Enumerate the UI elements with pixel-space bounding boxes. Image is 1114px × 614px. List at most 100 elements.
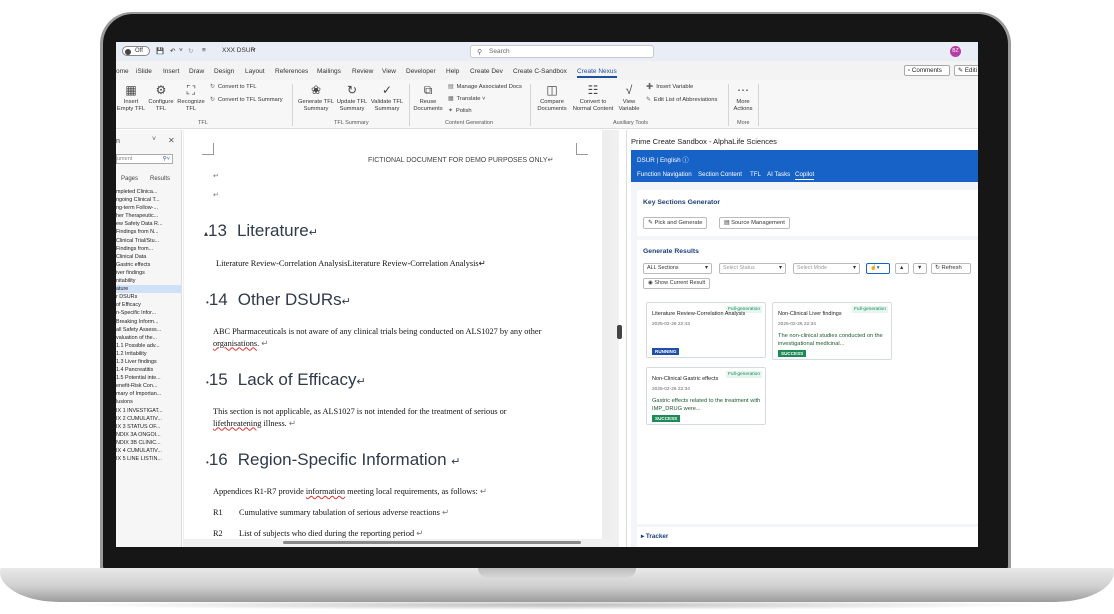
more-actions-button[interactable]: ⋯ More Actions	[730, 84, 756, 113]
nav-heading-item[interactable]: Findings from N...	[116, 228, 182, 236]
undo-dropdown-icon[interactable]: ˅	[179, 47, 183, 54]
appendix-row-r2[interactable]: R2 List of subjects who died during the r…	[213, 528, 423, 538]
section-14-body[interactable]: ABC Pharmaceuticals is not aware of any …	[213, 326, 543, 349]
thumbs-down-button[interactable]: ▼	[913, 263, 927, 274]
nav-heading-item[interactable]: 1.3 Liver findings	[116, 358, 182, 366]
translate-button[interactable]: ▦ Translate ˅	[448, 96, 485, 102]
pick-and-generate-button[interactable]: ✎ Pick and Generate	[643, 217, 708, 229]
mode-filter-select[interactable]: Select Mode ▾	[793, 263, 860, 274]
nav-heading-item[interactable]: Gastric effects	[116, 261, 182, 269]
convert-to-tfl-button[interactable]: ↻ Convert to TFL	[210, 84, 256, 90]
insert-empty-tfl-button[interactable]: ▦ Insert Empty TFL	[116, 84, 146, 113]
recognize-tfl-button[interactable]: ⛶ Recognize TFL	[176, 84, 206, 113]
nav-heading-item[interactable]: 1.1 Possible adv...	[116, 342, 182, 350]
nav-heading-item[interactable]: ature	[116, 285, 182, 294]
tracker-toggle[interactable]: ▸ Tracker	[641, 533, 668, 540]
nav-heading-item[interactable]: ngoing Clinical T...	[116, 196, 182, 204]
close-icon[interactable]: ✕	[168, 136, 175, 145]
nav-options-chevron-icon[interactable]: ˅	[152, 136, 156, 143]
redo-icon[interactable]: ↻	[188, 47, 193, 55]
heading-13[interactable]: ▴13 Literature↵	[204, 221, 318, 241]
nav-heading-item[interactable]: IX 3 STATUS OF...	[116, 423, 182, 431]
nav-heading-item[interactable]: Breaking Inform...	[116, 318, 182, 326]
horizontal-scroll-thumb[interactable]	[283, 541, 581, 544]
nav-heading-item[interactable]: NDIX 3B CLINIC...	[116, 439, 182, 447]
menu-mailings[interactable]: Mailings	[317, 68, 341, 75]
nav-heading-item[interactable]: NDIX 3A ONGOI...	[116, 431, 182, 439]
editing-button[interactable]: ✎ Editi	[954, 65, 978, 76]
tab-tfl[interactable]: TFL	[750, 171, 761, 178]
refresh-button[interactable]: ↻ Refresh	[931, 263, 971, 274]
nav-heading-item[interactable]: mary of Importan...	[116, 390, 182, 398]
view-variable-button[interactable]: √ View Variable	[615, 84, 643, 113]
save-icon[interactable]: 💾	[156, 47, 164, 55]
doc-name-chevron-icon[interactable]: ˅	[252, 47, 256, 54]
nav-heading-item[interactable]: all Safety Assess...	[116, 326, 182, 334]
nav-search-input[interactable]: ument ⚲˅	[116, 154, 173, 164]
undo-icon[interactable]: ↶	[170, 47, 175, 55]
nav-heading-item[interactable]: of Efficacy	[116, 301, 182, 309]
pane-splitter-handle[interactable]	[617, 325, 622, 339]
menu-islide[interactable]: iSlide	[136, 68, 152, 75]
nav-heading-item[interactable]: mpleted Clinica...	[116, 188, 182, 196]
menu-design[interactable]: Design	[214, 68, 234, 75]
tab-function-navigation[interactable]: Function Navigation	[637, 171, 692, 178]
nav-heading-item[interactable]: IX 1 INVESTIGAT...	[116, 407, 182, 415]
reuse-documents-button[interactable]: ⧉ Reuse Documents	[411, 84, 445, 113]
nav-heading-item[interactable]: enefit-Risk Con...	[116, 382, 182, 390]
tab-ai-tasks[interactable]: AI Tasks	[767, 171, 790, 178]
document-page[interactable]: FICTIONAL DOCUMENT FOR DEMO PURPOSES ONL…	[184, 130, 602, 540]
comments-button[interactable]: ▫ Comments	[904, 65, 950, 76]
insert-variable-button[interactable]: ➕ Insert Variable	[646, 84, 693, 90]
manage-associated-docs-button[interactable]: ▤ Manage Associated Docs	[448, 84, 522, 90]
nav-heading-item[interactable]: Clinical Trial/Stu...	[116, 237, 182, 245]
nav-heading-item[interactable]: ew Safety Data R...	[116, 220, 182, 228]
convert-to-normal-content-button[interactable]: ☷ Convert to Normal Content	[571, 84, 615, 113]
nav-heading-item[interactable]: 1.2 Irritability	[116, 350, 182, 358]
heading-15[interactable]: •15 Lack of Efficacy↵	[206, 370, 366, 390]
section-15-body[interactable]: This section is not applicable, as ALS10…	[213, 406, 543, 429]
polish-button[interactable]: ✦ Polish	[448, 108, 472, 114]
menu-developer[interactable]: Developer	[406, 68, 436, 75]
nav-heading-item[interactable]: Findings from...	[116, 245, 182, 253]
document-name[interactable]: XXX DSUR	[222, 47, 255, 54]
show-current-result-button[interactable]: ◉ Show Current Result	[643, 278, 711, 289]
result-card[interactable]: Full-generation Non-Clinical Gastric eff…	[646, 367, 766, 425]
convert-to-tfl-summary-button[interactable]: ↻ Convert to TFL Summary	[210, 97, 283, 103]
nav-heading-item[interactable]: her Therapeutic...	[116, 212, 182, 220]
avatar[interactable]: BZ	[950, 46, 961, 57]
nav-heading-item[interactable]: IX 5 LINE LISTIN...	[116, 455, 182, 463]
generate-tfl-summary-button[interactable]: ❀ Generate TFL Summary	[296, 84, 336, 113]
menu-home[interactable]: ome	[116, 68, 129, 75]
section-13-body[interactable]: Literature Review-Correlation AnalysisLi…	[216, 258, 576, 270]
nav-heading-item[interactable]: Clinical Data	[116, 253, 182, 261]
heading-16[interactable]: •16 Region-Specific Information ↵	[206, 450, 461, 470]
nav-heading-item[interactable]: 1.5 Potential inte...	[116, 374, 182, 382]
appendix-row-r1[interactable]: R1 Cumulative summary tabulation of serio…	[213, 507, 449, 517]
search-box[interactable]: ⚲ Search	[470, 45, 654, 58]
tab-pages[interactable]: Pages	[121, 176, 138, 182]
nav-heading-item[interactable]: iver findings	[116, 269, 182, 277]
menu-review[interactable]: Review	[352, 68, 373, 75]
menu-insert[interactable]: Insert	[163, 68, 179, 75]
menu-layout[interactable]: Layout	[245, 68, 265, 75]
tab-results[interactable]: Results	[150, 176, 170, 182]
tab-copilot[interactable]: Copilot	[795, 171, 815, 180]
configure-tfl-button[interactable]: ⚙ Configure TFL	[146, 84, 176, 113]
nav-heading-item[interactable]: IX 2 CUMULATIV...	[116, 415, 182, 423]
validate-tfl-summary-button[interactable]: ✓ Validate TFL Summary	[369, 84, 405, 113]
menu-view[interactable]: View	[382, 68, 396, 75]
nav-heading-item[interactable]: nitability	[116, 277, 182, 285]
document-horizontal-scrollbar[interactable]	[183, 539, 619, 547]
update-tfl-summary-button[interactable]: ↻ Update TFL Summary	[335, 84, 369, 113]
nav-heading-item[interactable]: r DSURs	[116, 293, 182, 301]
menu-create-nexus[interactable]: Create Nexus	[577, 68, 617, 78]
nav-heading-item[interactable]: lusions	[116, 398, 182, 406]
menu-draw[interactable]: Draw	[189, 68, 204, 75]
status-filter-select[interactable]: Select Status ▾	[719, 263, 786, 274]
nav-heading-item[interactable]: 1.4 Pancreatitis	[116, 366, 182, 374]
menu-create-dev[interactable]: Create Dev	[470, 68, 503, 75]
result-card[interactable]: Full-generation Non-Clinical Liver findi…	[772, 302, 892, 360]
menu-create-c-sandbox[interactable]: Create C-Sandbox	[513, 68, 567, 75]
menu-references[interactable]: References	[275, 68, 308, 75]
